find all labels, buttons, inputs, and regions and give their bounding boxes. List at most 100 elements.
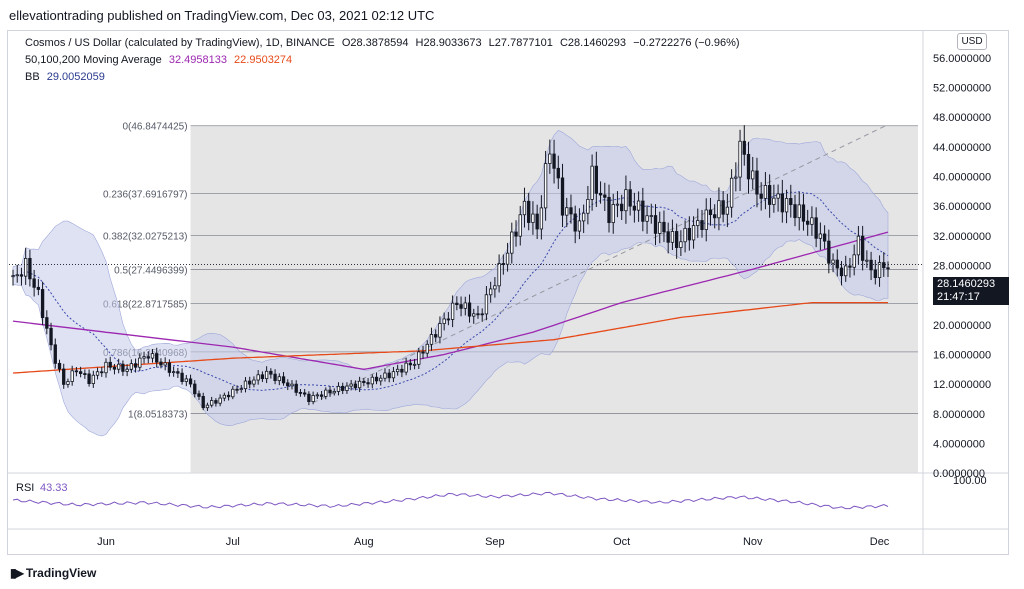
candle-body bbox=[28, 257, 32, 280]
candle-body bbox=[70, 370, 74, 382]
candle-body bbox=[636, 200, 641, 211]
candle-body bbox=[400, 368, 404, 373]
bb-value: 29.0052059 bbox=[46, 71, 105, 83]
candle-body bbox=[598, 192, 603, 196]
candle-body bbox=[649, 215, 653, 217]
candle-body bbox=[488, 288, 493, 296]
candle-body bbox=[11, 275, 15, 278]
candle-body bbox=[155, 353, 159, 363]
candle-body bbox=[408, 362, 413, 366]
y-axis-tick-label: 20.0000000 bbox=[933, 320, 991, 332]
candle-body bbox=[446, 318, 451, 321]
candle-body bbox=[214, 400, 218, 404]
candle-body bbox=[193, 383, 197, 395]
candle-body bbox=[142, 356, 146, 359]
candle-body bbox=[341, 385, 345, 391]
candle-body bbox=[734, 176, 738, 179]
candle-body bbox=[112, 366, 117, 370]
rsi-label: RSI bbox=[16, 482, 34, 494]
candle-body bbox=[349, 383, 353, 387]
candle-body bbox=[497, 263, 501, 287]
candle-body bbox=[780, 193, 784, 213]
candle-body bbox=[387, 372, 391, 379]
candle-body bbox=[581, 212, 586, 222]
candle-body bbox=[91, 374, 95, 384]
candle-body bbox=[679, 241, 683, 248]
candle-body bbox=[674, 231, 679, 248]
fib-level-label: 0(46.8474425) bbox=[122, 122, 187, 133]
candle-body bbox=[290, 383, 294, 387]
candle-body bbox=[95, 371, 100, 376]
candle-body bbox=[670, 231, 675, 243]
candle-body bbox=[455, 302, 459, 306]
y-axis-tick-label: 40.0000000 bbox=[933, 172, 991, 184]
candle-body bbox=[19, 274, 24, 277]
candle-body bbox=[324, 389, 328, 397]
candle-body bbox=[404, 362, 408, 373]
candle-body bbox=[586, 199, 590, 214]
x-axis-tick-label: Aug bbox=[354, 536, 374, 548]
candle-body bbox=[315, 394, 320, 397]
candle-body bbox=[806, 220, 810, 225]
candle-body bbox=[620, 203, 624, 212]
change-value: −0.2722276 (−0.96%) bbox=[633, 37, 740, 49]
candle-body bbox=[848, 265, 852, 268]
candle-body bbox=[303, 392, 307, 395]
candle-body bbox=[163, 362, 167, 366]
candle-body bbox=[704, 209, 708, 230]
candle-body bbox=[751, 170, 755, 180]
candle-body bbox=[429, 334, 434, 345]
candle-body bbox=[484, 294, 489, 315]
candle-body bbox=[666, 231, 670, 243]
candle-body bbox=[856, 235, 861, 256]
last-price: 28.1460293 bbox=[937, 278, 996, 290]
candle-body bbox=[298, 391, 303, 394]
tradingview-logo[interactable]: ▮▶ TradingView bbox=[10, 566, 96, 580]
bb-legend[interactable]: BB 29.0052059 bbox=[25, 71, 109, 83]
candle-body bbox=[831, 259, 835, 264]
candle-body bbox=[248, 380, 252, 385]
low-value: L27.7877101 bbox=[488, 37, 553, 49]
chart-frame[interactable]: 0(46.8474425) 0.236(37.6916797) 0.382(32.0… bbox=[7, 30, 1009, 555]
rsi-axis-label: 100.00 bbox=[953, 475, 987, 487]
candle-body bbox=[336, 385, 341, 392]
candle-body bbox=[264, 370, 269, 380]
candle-body bbox=[514, 231, 518, 237]
candle-body bbox=[556, 167, 560, 179]
candle-body bbox=[395, 368, 400, 373]
y-axis-tick-label: 48.0000000 bbox=[933, 112, 991, 124]
candle-body bbox=[374, 376, 379, 382]
candle-body bbox=[852, 254, 856, 268]
candle-body bbox=[32, 278, 36, 288]
candle-body bbox=[810, 217, 814, 225]
price-chart[interactable]: 0(46.8474425) 0.236(37.6916797) 0.382(32.0… bbox=[8, 31, 1008, 554]
ma-value-1: 32.4958133 bbox=[168, 54, 227, 66]
candle-body bbox=[150, 353, 155, 359]
candle-body bbox=[624, 189, 628, 212]
x-axis-tick-label: Sep bbox=[485, 536, 505, 548]
candle-body bbox=[45, 317, 49, 329]
candle-body bbox=[74, 370, 79, 373]
tradingview-logo-icon: ▮▶ bbox=[10, 566, 24, 580]
y-axis-tick-label: 56.0000000 bbox=[933, 53, 991, 65]
candle-body bbox=[603, 194, 607, 198]
fib-level-label: 0.236(37.6916797) bbox=[103, 190, 188, 201]
candle-body bbox=[24, 257, 28, 277]
candle-body bbox=[434, 334, 438, 338]
candle-body bbox=[201, 396, 205, 409]
x-axis-tick-label: Nov bbox=[743, 536, 763, 548]
candle-body bbox=[256, 374, 260, 381]
candle-body bbox=[522, 200, 527, 216]
candle-body bbox=[277, 376, 281, 381]
candle-body bbox=[776, 193, 780, 199]
candle-body bbox=[789, 198, 793, 206]
currency-button[interactable]: USD bbox=[957, 33, 987, 50]
candle-body bbox=[480, 313, 484, 316]
candle-body bbox=[641, 200, 645, 222]
candle-body bbox=[543, 163, 548, 209]
candle-body bbox=[57, 362, 62, 370]
candle-body bbox=[438, 323, 442, 338]
y-axis-tick-label: 4.0000000 bbox=[933, 439, 985, 451]
candle-body bbox=[442, 318, 446, 324]
ma-legend[interactable]: 50,100,200 Moving Average 32.4958133 22.… bbox=[25, 54, 296, 66]
